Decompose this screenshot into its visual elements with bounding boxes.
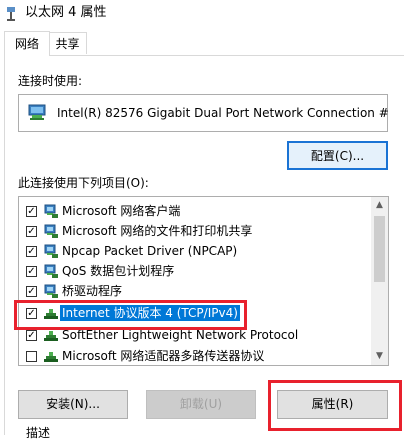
vertical-scrollbar[interactable]: ▲ ▼ [371, 197, 388, 365]
list-item[interactable]: Microsoft 网络适配器多路传送器协议 [19, 346, 373, 365]
uninstall-button[interactable]: 卸载(U) [146, 390, 256, 419]
item-checkbox[interactable]: ✓ [26, 266, 37, 277]
description-label: 描述 [26, 426, 51, 440]
network-service-icon [44, 244, 58, 258]
item-checkbox[interactable]: ✓ [26, 286, 37, 297]
network-pole-icon [7, 7, 15, 21]
item-label: 桥驱动程序 [62, 284, 123, 298]
tab-strip: 网络 共享 [0, 31, 406, 56]
item-checkbox[interactable]: ✓ [26, 226, 37, 237]
items-list[interactable]: ✓ Microsoft 网络客户端 ✓ Microsoft 网络的文件和打印机共… [18, 196, 389, 366]
item-checkbox[interactable] [26, 351, 37, 362]
network-client-icon [44, 204, 58, 218]
list-item[interactable]: ✓ 桥驱动程序 [19, 281, 373, 301]
protocol-icon [44, 352, 58, 362]
item-checkbox[interactable]: ✓ [26, 206, 37, 217]
tab-network[interactable]: 网络 [4, 31, 50, 56]
configure-button[interactable]: 配置(C)... [287, 141, 388, 170]
scroll-up-icon[interactable]: ▲ [371, 197, 388, 214]
scroll-down-icon[interactable]: ▼ [371, 348, 388, 365]
install-button[interactable]: 安装(N)... [18, 390, 128, 419]
list-item[interactable]: ✓ Microsoft 网络客户端 [19, 201, 373, 221]
items-section-label: 此连接使用下列项目(O): [18, 176, 149, 190]
highlight-box-properties [268, 380, 402, 431]
item-label: Microsoft 网络适配器多路传送器协议 [62, 349, 265, 363]
adapter-field: Intel(R) 82576 Gigabit Dual Port Network… [18, 94, 389, 132]
network-service-icon [44, 224, 58, 238]
item-label: Npcap Packet Driver (NPCAP) [62, 244, 238, 258]
highlight-box-ipv4 [14, 300, 247, 330]
item-label: SoftEther Lightweight Network Protocol [62, 328, 299, 342]
network-service-icon [44, 284, 58, 298]
item-label: QoS 数据包计划程序 [62, 264, 175, 278]
network-service-icon [44, 264, 58, 278]
item-label: Microsoft 网络的文件和打印机共享 [62, 224, 253, 238]
item-checkbox[interactable]: ✓ [26, 330, 37, 341]
tab-sharing[interactable]: 共享 [49, 32, 87, 54]
connect-using-label: 连接时使用: [18, 74, 83, 88]
list-item[interactable]: ✓ Microsoft 网络的文件和打印机共享 [19, 221, 373, 241]
network-adapter-icon [28, 104, 46, 120]
scroll-thumb[interactable] [374, 216, 385, 282]
list-item[interactable]: ✓ QoS 数据包计划程序 [19, 261, 373, 281]
item-checkbox[interactable]: ✓ [26, 246, 37, 257]
adapter-name: Intel(R) 82576 Gigabit Dual Port Network… [57, 106, 389, 120]
item-label: Microsoft 网络客户端 [62, 204, 181, 218]
title-bar: 以太网 4 属性 [0, 0, 406, 28]
list-item[interactable]: ✓ Npcap Packet Driver (NPCAP) [19, 241, 373, 261]
window-title: 以太网 4 属性 [25, 5, 107, 20]
